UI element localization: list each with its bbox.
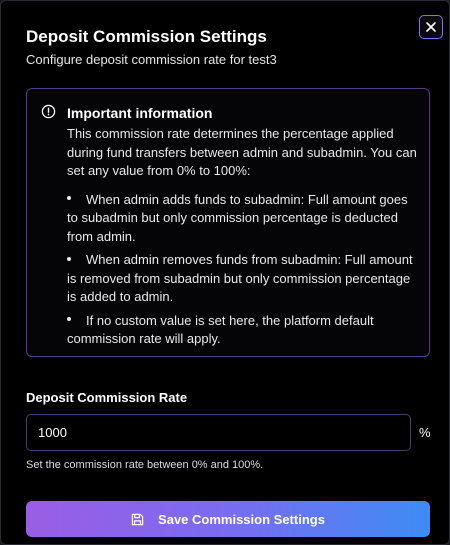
percent-unit: % xyxy=(419,425,431,440)
commission-settings-dialog: Deposit Commission Settings Configure de… xyxy=(0,0,450,545)
commission-rate-label: Deposit Commission Rate xyxy=(26,390,188,405)
list-item: If no custom value is set here, the plat… xyxy=(67,312,417,349)
commission-rate-input[interactable] xyxy=(26,414,411,451)
list-item: When admin adds funds to subadmin: Full … xyxy=(67,191,417,247)
info-list: When admin adds funds to subadmin: Full … xyxy=(67,191,417,349)
info-body: This commission rate determines the perc… xyxy=(67,125,417,354)
info-title: Important information xyxy=(67,105,213,121)
info-box: Important information This commission ra… xyxy=(26,88,430,357)
info-intro: This commission rate determines the perc… xyxy=(67,126,417,178)
list-item-text: When admin removes funds from subadmin: … xyxy=(67,252,413,304)
list-item-text: If no custom value is set here, the plat… xyxy=(67,312,374,347)
save-commission-button[interactable]: Save Commission Settings xyxy=(26,501,430,537)
save-button-label: Save Commission Settings xyxy=(158,511,325,527)
list-item-text: When admin adds funds to subadmin: Full … xyxy=(67,191,408,244)
dialog-title: Deposit Commission Settings xyxy=(26,27,267,46)
dialog-subtitle: Configure deposit commission rate for te… xyxy=(26,52,277,67)
close-button[interactable] xyxy=(419,15,443,39)
x-icon xyxy=(426,22,436,32)
list-item: When admin removes funds from subadmin: … xyxy=(67,251,417,307)
helper-text: Set the commission rate between 0% and 1… xyxy=(26,459,264,471)
info-circle-icon xyxy=(41,104,56,119)
save-icon xyxy=(131,513,144,525)
